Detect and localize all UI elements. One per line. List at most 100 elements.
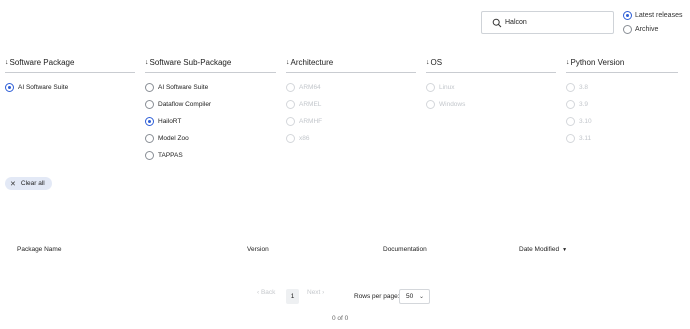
rows-per-page-value: 50 xyxy=(406,293,414,300)
sort-arrow-icon: ↓ xyxy=(5,59,9,66)
clear-all-label: Clear all xyxy=(20,180,45,187)
architecture-options: ARM64 ARMEL ARMHF x86 xyxy=(286,83,322,151)
option-label: 3.11 xyxy=(579,135,592,142)
option-label: Model Zoo xyxy=(158,135,189,142)
latest-releases-radio[interactable]: Latest releases xyxy=(623,11,682,20)
option-3-8: 3.8 xyxy=(566,83,592,92)
divider xyxy=(566,72,678,73)
rows-per-page-select[interactable]: 50 ⌄ xyxy=(399,289,430,304)
search-icon xyxy=(492,18,502,28)
radio-disabled-icon xyxy=(426,83,435,92)
radio-icon xyxy=(145,151,154,160)
close-icon: ✕ xyxy=(10,180,16,188)
option-label: TAPPAS xyxy=(158,152,183,159)
radio-disabled-icon xyxy=(286,117,295,126)
archive-label: Archive xyxy=(635,26,659,33)
header-software-package[interactable]: ↓ Software Package xyxy=(5,58,74,67)
option-arm64: ARM64 xyxy=(286,83,322,92)
divider xyxy=(286,72,416,73)
option-label: 3.8 xyxy=(579,84,589,91)
option-hailort[interactable]: HailoRT xyxy=(145,117,211,126)
header-os[interactable]: ↓ OS xyxy=(426,58,442,67)
option-x86: x86 xyxy=(286,134,322,143)
header-label: Python Version xyxy=(570,58,625,67)
option-label: Linux xyxy=(439,84,455,91)
option-dataflow-compiler[interactable]: Dataflow Compiler xyxy=(145,100,211,109)
option-armhf: ARMHF xyxy=(286,117,322,126)
option-tappas[interactable]: TAPPAS xyxy=(145,151,211,160)
archive-radio[interactable]: Archive xyxy=(623,25,658,34)
option-label: AI Software Suite xyxy=(18,84,69,91)
sort-caret-icon: ▼ xyxy=(562,247,568,253)
result-count: 0 of 0 xyxy=(332,315,349,322)
option-label: x86 xyxy=(299,135,310,142)
radio-disabled-icon xyxy=(286,134,295,143)
chevron-down-icon: ⌄ xyxy=(418,294,424,300)
sort-arrow-icon: ↓ xyxy=(145,59,149,66)
option-model-zoo[interactable]: Model Zoo xyxy=(145,134,211,143)
rows-per-page-label: Rows per page: xyxy=(354,293,400,300)
radio-icon xyxy=(145,134,154,143)
option-label: ARMEL xyxy=(299,101,322,108)
option-3-9: 3.9 xyxy=(566,100,592,109)
header-label: Software Package xyxy=(9,58,75,67)
option-ai-software-suite[interactable]: AI Software Suite xyxy=(5,83,68,92)
os-options: Linux Windows xyxy=(426,83,465,117)
radio-selected-icon xyxy=(623,11,632,20)
option-windows: Windows xyxy=(426,100,465,109)
radio-icon xyxy=(145,83,154,92)
option-ai-software-suite[interactable]: AI Software Suite xyxy=(145,83,211,92)
sort-arrow-icon: ↓ xyxy=(566,59,570,66)
header-label: Software Sub-Package xyxy=(149,58,232,67)
option-label: 3.10 xyxy=(579,118,592,125)
radio-disabled-icon xyxy=(566,134,575,143)
radio-selected-icon xyxy=(5,83,14,92)
search-input[interactable]: Halcon xyxy=(481,11,614,34)
th-label: Version xyxy=(247,246,269,253)
software-package-options: AI Software Suite xyxy=(5,83,68,100)
th-documentation[interactable]: Documentation xyxy=(383,246,427,253)
page-number-1[interactable]: 1 xyxy=(286,289,299,304)
option-3-11: 3.11 xyxy=(566,134,592,143)
radio-disabled-icon xyxy=(426,100,435,109)
option-label: Windows xyxy=(439,101,466,108)
divider xyxy=(5,72,135,73)
sort-arrow-icon: ↓ xyxy=(426,59,430,66)
th-label: Package Name xyxy=(17,246,62,253)
sub-package-options: AI Software Suite Dataflow Compiler Hail… xyxy=(145,83,211,168)
option-3-10: 3.10 xyxy=(566,117,592,126)
header-label: Architecture xyxy=(290,58,334,67)
radio-disabled-icon xyxy=(566,83,575,92)
option-label: ARM64 xyxy=(299,84,321,91)
latest-releases-label: Latest releases xyxy=(635,12,683,19)
option-label: HailoRT xyxy=(158,118,182,125)
page-number-wrap: 1 xyxy=(286,289,299,304)
th-date-modified[interactable]: Date Modified ▼ xyxy=(519,246,567,253)
search-value: Halcon xyxy=(505,19,527,26)
radio-selected-icon xyxy=(145,117,154,126)
header-label: OS xyxy=(430,58,443,67)
option-linux: Linux xyxy=(426,83,465,92)
radio-disabled-icon xyxy=(566,117,575,126)
python-version-options: 3.8 3.9 3.10 3.11 xyxy=(566,83,592,151)
radio-disabled-icon xyxy=(286,83,295,92)
option-label: ARMHF xyxy=(299,118,323,125)
radio-icon xyxy=(145,100,154,109)
next-wrap: Next › xyxy=(307,289,324,296)
divider xyxy=(426,72,556,73)
th-label: Documentation xyxy=(383,246,427,253)
header-architecture[interactable]: ↓ Architecture xyxy=(286,58,333,67)
back-button[interactable]: ‹ Back xyxy=(257,289,275,296)
option-label: AI Software Suite xyxy=(158,84,209,91)
pagination: ‹ Back xyxy=(257,289,275,296)
next-button[interactable]: Next › xyxy=(307,289,324,296)
th-version[interactable]: Version xyxy=(247,246,269,253)
option-armel: ARMEL xyxy=(286,100,322,109)
th-package-name[interactable]: Package Name xyxy=(17,246,61,253)
divider xyxy=(145,72,276,73)
clear-all-button[interactable]: ✕ Clear all xyxy=(5,177,52,190)
th-label: Date Modified xyxy=(519,246,560,253)
header-python-version[interactable]: ↓ Python Version xyxy=(566,58,624,67)
header-software-sub-package[interactable]: ↓ Software Sub-Package xyxy=(145,58,231,67)
radio-disabled-icon xyxy=(566,100,575,109)
